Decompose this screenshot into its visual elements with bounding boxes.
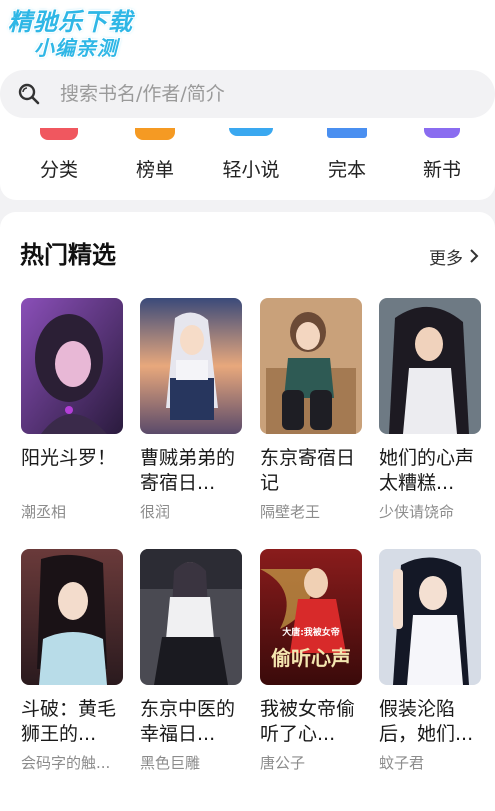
- book-author: 唐公子: [260, 754, 306, 772]
- nav-label-ranking: 榜单: [135, 159, 174, 181]
- search-input[interactable]: [60, 78, 460, 110]
- book-title: 东京中医的幸福日...: [140, 698, 236, 745]
- book-cover: 大唐:我被女帝 偷听心声: [260, 549, 362, 685]
- section-title: 热门精选: [20, 241, 116, 269]
- header-panel: 精驰乐下载 小编亲测 分类 榜单 轻小说 完本 新书: [0, 0, 495, 200]
- watermark-logo: 精驰乐下载 小编亲测: [8, 8, 158, 66]
- book-cover: [21, 298, 123, 434]
- book-title: 阳光斗罗！: [21, 447, 117, 469]
- book-title: 她们的心声太糟糕...: [379, 447, 475, 494]
- book-title: 斗破：黄毛狮王的...: [21, 698, 117, 745]
- more-label: 更多: [429, 248, 463, 269]
- nav-item-completed[interactable]: 完本: [307, 124, 387, 190]
- book-cover: [379, 298, 481, 434]
- book-card[interactable]: 她们的心声太糟糕... 少侠请饶命: [379, 298, 483, 522]
- book-cover: [140, 549, 242, 685]
- nav-item-light-novel[interactable]: 轻小说: [211, 124, 291, 190]
- hot-picks-section: 热门精选 更多 阳光斗罗！ 潮丞相 曹贼弟弟的寄宿日... 很润 东京寄宿日记 …: [0, 212, 495, 811]
- nav-item-ranking[interactable]: 榜单: [115, 124, 195, 190]
- nav-label-new-book: 新书: [422, 159, 461, 181]
- book-card[interactable]: 假装沦陷后，她们... 蚊子君: [379, 549, 483, 773]
- nav-item-new-book[interactable]: 新书: [402, 124, 482, 190]
- book-title: 东京寄宿日记: [260, 447, 356, 494]
- book-card[interactable]: 大唐:我被女帝 偷听心声 我被女帝偷听了心... 唐公子: [260, 549, 364, 773]
- cover-subtitle: 大唐:我被女帝: [282, 626, 340, 638]
- book-author: 隔壁老王: [260, 503, 321, 521]
- book-title: 我被女帝偷听了心...: [260, 698, 356, 745]
- search-bar[interactable]: [0, 70, 495, 118]
- book-card[interactable]: 斗破：黄毛狮王的... 会码字的触...: [21, 549, 125, 773]
- book-cover: [379, 549, 481, 685]
- book-cover: [21, 549, 123, 685]
- book-title: 假装沦陷后，她们...: [379, 698, 474, 745]
- book-author: 会码字的触...: [21, 754, 111, 772]
- chevron-right-icon: [470, 249, 479, 263]
- book-author: 很润: [140, 503, 171, 521]
- book-card[interactable]: 东京寄宿日记 隔壁老王: [260, 298, 364, 522]
- book-card[interactable]: 曹贼弟弟的寄宿日... 很润: [140, 298, 244, 522]
- nav-label-category: 分类: [39, 159, 78, 181]
- completed-book-icon: [327, 128, 367, 138]
- more-button[interactable]: 更多: [429, 242, 481, 270]
- watermark-line-1: 精驰乐下载: [8, 8, 133, 36]
- nav-label-light-novel: 轻小说: [222, 159, 280, 181]
- new-book-icon: [424, 128, 460, 138]
- search-icon: [18, 83, 40, 105]
- category-icon: [40, 128, 78, 140]
- book-cover: [140, 298, 242, 434]
- book-cover: [260, 298, 362, 434]
- nav-item-category[interactable]: 分类: [19, 124, 99, 190]
- watermark-line-2: 小编亲测: [34, 36, 118, 60]
- book-author: 潮丞相: [21, 503, 67, 521]
- book-title: 曹贼弟弟的寄宿日...: [140, 447, 236, 494]
- book-card[interactable]: 阳光斗罗！ 潮丞相: [21, 298, 125, 522]
- nav-label-completed: 完本: [327, 159, 366, 181]
- book-card[interactable]: 东京中医的幸福日... 黑色巨雕: [140, 549, 244, 773]
- book-author: 蚊子君: [379, 754, 425, 772]
- book-author: 少侠请饶命: [379, 503, 455, 521]
- category-nav: 分类 榜单 轻小说 完本 新书: [0, 124, 495, 194]
- light-novel-icon: [229, 128, 273, 136]
- ranking-icon: [135, 128, 175, 140]
- cover-title: 偷听心声: [271, 646, 351, 670]
- book-author: 黑色巨雕: [140, 754, 201, 772]
